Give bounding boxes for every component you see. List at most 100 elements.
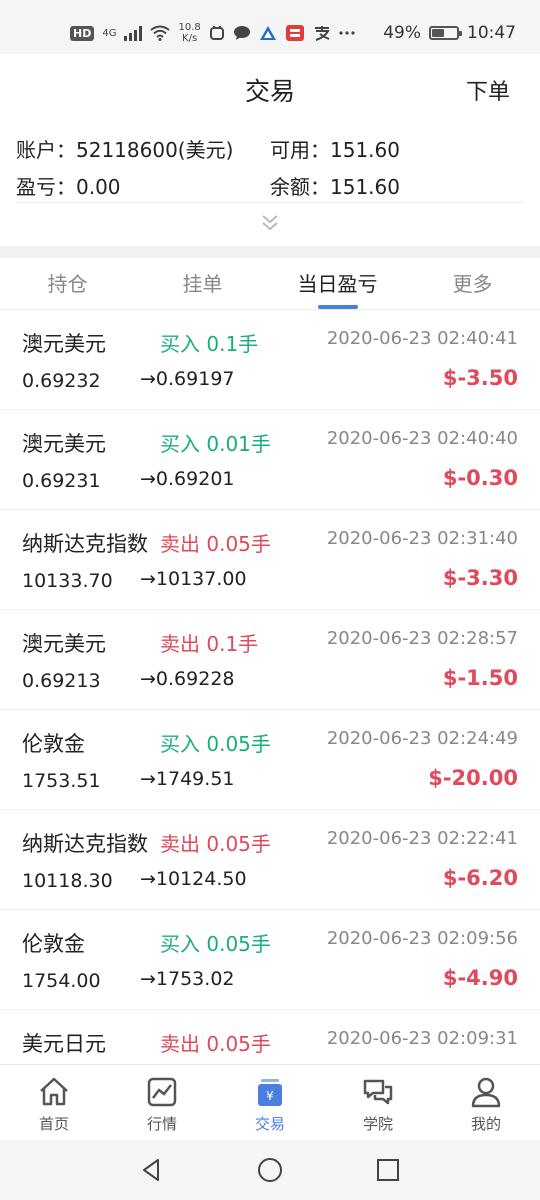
trade-list: 澳元美元 买入 0.1手 2020-06-23 02:40:41 0.69232 →0.… xyxy=(0,310,540,1064)
open-price: 10133.70 xyxy=(22,570,113,592)
trade-side: 买入 0.05手 xyxy=(160,932,271,956)
nav-label: 首页 xyxy=(38,1115,69,1133)
trade-name: 纳斯达克指数 xyxy=(22,832,148,856)
close-price: →0.69201 xyxy=(140,468,235,490)
divider xyxy=(16,202,524,203)
trade-side: 买入 0.01手 xyxy=(160,432,271,456)
app-icon xyxy=(259,25,277,41)
close-price: →0.69228 xyxy=(140,668,235,690)
more-icon xyxy=(339,30,355,36)
close-price: →1749.51 xyxy=(140,768,235,790)
trade-pnl: $-6.20 xyxy=(442,866,518,890)
trade-pnl: $-4.90 xyxy=(442,966,518,990)
trade-row[interactable]: 澳元美元 卖出 0.1手 2020-06-23 02:28:57 0.69213 →0.… xyxy=(0,610,540,710)
trade-row[interactable]: 澳元美元 买入 0.01手 2020-06-23 02:40:40 0.69231 →0… xyxy=(0,410,540,510)
trade-row[interactable]: 伦敦金 买入 0.05手 2020-06-23 02:09:56 1754.00 →17… xyxy=(0,910,540,1010)
wifi-icon xyxy=(150,25,171,41)
chevron-down-icon[interactable] xyxy=(258,212,282,234)
trade-pnl: $-1.50 xyxy=(442,666,518,690)
home-icon xyxy=(40,1077,68,1106)
trade-row[interactable]: 澳元美元 买入 0.1手 2020-06-23 02:40:41 0.69232 →0.… xyxy=(0,310,540,410)
trade-side: 卖出 0.05手 xyxy=(160,532,271,556)
app-badge-icon xyxy=(285,24,305,42)
battery-icon xyxy=(429,26,462,40)
close-price: →10124.50 xyxy=(140,868,247,890)
bottom-nav: 首页 行情 ¥ 交易 学院 我的 xyxy=(0,1064,540,1140)
clock: 10:47 xyxy=(467,23,516,43)
tab-0[interactable]: 持仓 xyxy=(0,258,135,309)
account-number: 账户：52118600(美元) xyxy=(16,138,234,162)
hd-icon: HD xyxy=(70,25,95,41)
account-header: 交易 下单 账户：52118600(美元) 可用：151.60 盈亏：0.00 … xyxy=(0,54,540,246)
chat-icon xyxy=(363,1079,393,1105)
nav-label: 我的 xyxy=(470,1115,501,1133)
trade-icon: ¥ xyxy=(258,1079,282,1106)
close-price: →1753.02 xyxy=(140,968,235,990)
system-nav xyxy=(0,1140,540,1200)
trade-time: 2020-06-23 02:31:40 xyxy=(326,528,518,549)
trade-pnl: $-20.00 xyxy=(428,766,518,790)
nav-label: 交易 xyxy=(254,1115,285,1133)
trade-side: 买入 0.05手 xyxy=(160,732,271,756)
close-price: →0.69197 xyxy=(140,368,235,390)
battery-percent: 49% xyxy=(383,23,421,43)
available-funds: 可用：151.60 xyxy=(270,138,400,162)
home-circle-icon[interactable] xyxy=(256,1156,284,1184)
notification-icon xyxy=(209,25,225,41)
trade-row[interactable]: 纳斯达克指数 卖出 0.05手 2020-06-23 02:31:40 10133.7… xyxy=(0,510,540,610)
nav-label: 学院 xyxy=(362,1115,393,1133)
balance: 余额：151.60 xyxy=(270,175,400,199)
chart-icon xyxy=(147,1077,177,1107)
tab-1[interactable]: 挂单 xyxy=(135,258,270,309)
open-price: 10118.30 xyxy=(22,870,113,892)
trade-row[interactable]: 纳斯达克指数 卖出 0.05手 2020-06-23 02:22:41 10118.3… xyxy=(0,810,540,910)
trade-time: 2020-06-23 02:22:41 xyxy=(326,828,518,849)
tab-2[interactable]: 当日盈亏 xyxy=(270,258,405,309)
account-summary: 账户：52118600(美元) 可用：151.60 盈亏：0.00 余额：151… xyxy=(16,134,526,200)
trade-time: 2020-06-23 02:40:41 xyxy=(326,328,518,349)
place-order-button[interactable]: 下单 xyxy=(466,74,510,106)
tab-3[interactable]: 更多 xyxy=(405,258,540,309)
nav-item-0[interactable]: 首页 xyxy=(0,1065,108,1140)
page-title: 交易 xyxy=(244,77,295,106)
nav-item-1[interactable]: 行情 xyxy=(108,1065,216,1140)
nav-item-4[interactable]: 我的 xyxy=(432,1065,540,1140)
trade-time: 2020-06-23 02:40:40 xyxy=(326,428,518,449)
network-type: 4G xyxy=(102,27,117,39)
close-price: →10137.00 xyxy=(140,568,247,590)
trade-side: 卖出 0.1手 xyxy=(160,632,259,656)
open-price: 0.69213 xyxy=(22,670,101,692)
trade-name: 澳元美元 xyxy=(22,432,106,456)
nav-item-3[interactable]: 学院 xyxy=(324,1065,432,1140)
message-icon xyxy=(233,25,251,41)
open-price: 1753.51 xyxy=(22,770,101,792)
nav-item-2[interactable]: ¥ 交易 xyxy=(216,1065,324,1140)
open-price: 1754.00 xyxy=(22,970,101,992)
trade-row[interactable]: 美元日元 卖出 0.05手 2020-06-23 02:09:31 xyxy=(0,1010,540,1064)
signal-icon xyxy=(124,25,143,41)
trade-name: 澳元美元 xyxy=(22,632,106,656)
trade-name: 伦敦金 xyxy=(22,732,85,756)
trade-time: 2020-06-23 02:09:56 xyxy=(326,928,518,949)
back-icon[interactable] xyxy=(138,1156,166,1184)
trade-name: 纳斯达克指数 xyxy=(22,532,148,556)
trade-name: 伦敦金 xyxy=(22,932,85,956)
trade-side: 卖出 0.05手 xyxy=(160,1032,271,1056)
trade-name: 澳元美元 xyxy=(22,332,106,356)
trade-pnl: $-0.30 xyxy=(442,466,518,490)
trade-row[interactable]: 伦敦金 买入 0.05手 2020-06-23 02:24:49 1753.51 →17… xyxy=(0,710,540,810)
trade-time: 2020-06-23 02:28:57 xyxy=(326,628,518,649)
trade-name: 美元日元 xyxy=(22,1032,106,1056)
trade-time: 2020-06-23 02:09:31 xyxy=(326,1028,518,1049)
user-icon xyxy=(471,1077,501,1108)
trade-side: 买入 0.1手 xyxy=(160,332,259,356)
trade-pnl: $-3.30 xyxy=(442,566,518,590)
profit-loss: 盈亏：0.00 xyxy=(16,175,121,199)
open-price: 0.69232 xyxy=(22,370,101,392)
svg-text:¥: ¥ xyxy=(266,1089,274,1103)
nav-label: 行情 xyxy=(146,1115,177,1133)
network-speed: 10.8 K/s xyxy=(178,22,201,44)
open-price: 0.69231 xyxy=(22,470,101,492)
recents-icon[interactable] xyxy=(374,1156,402,1184)
tab-bar: 持仓 挂单 当日盈亏 更多 xyxy=(0,258,540,310)
